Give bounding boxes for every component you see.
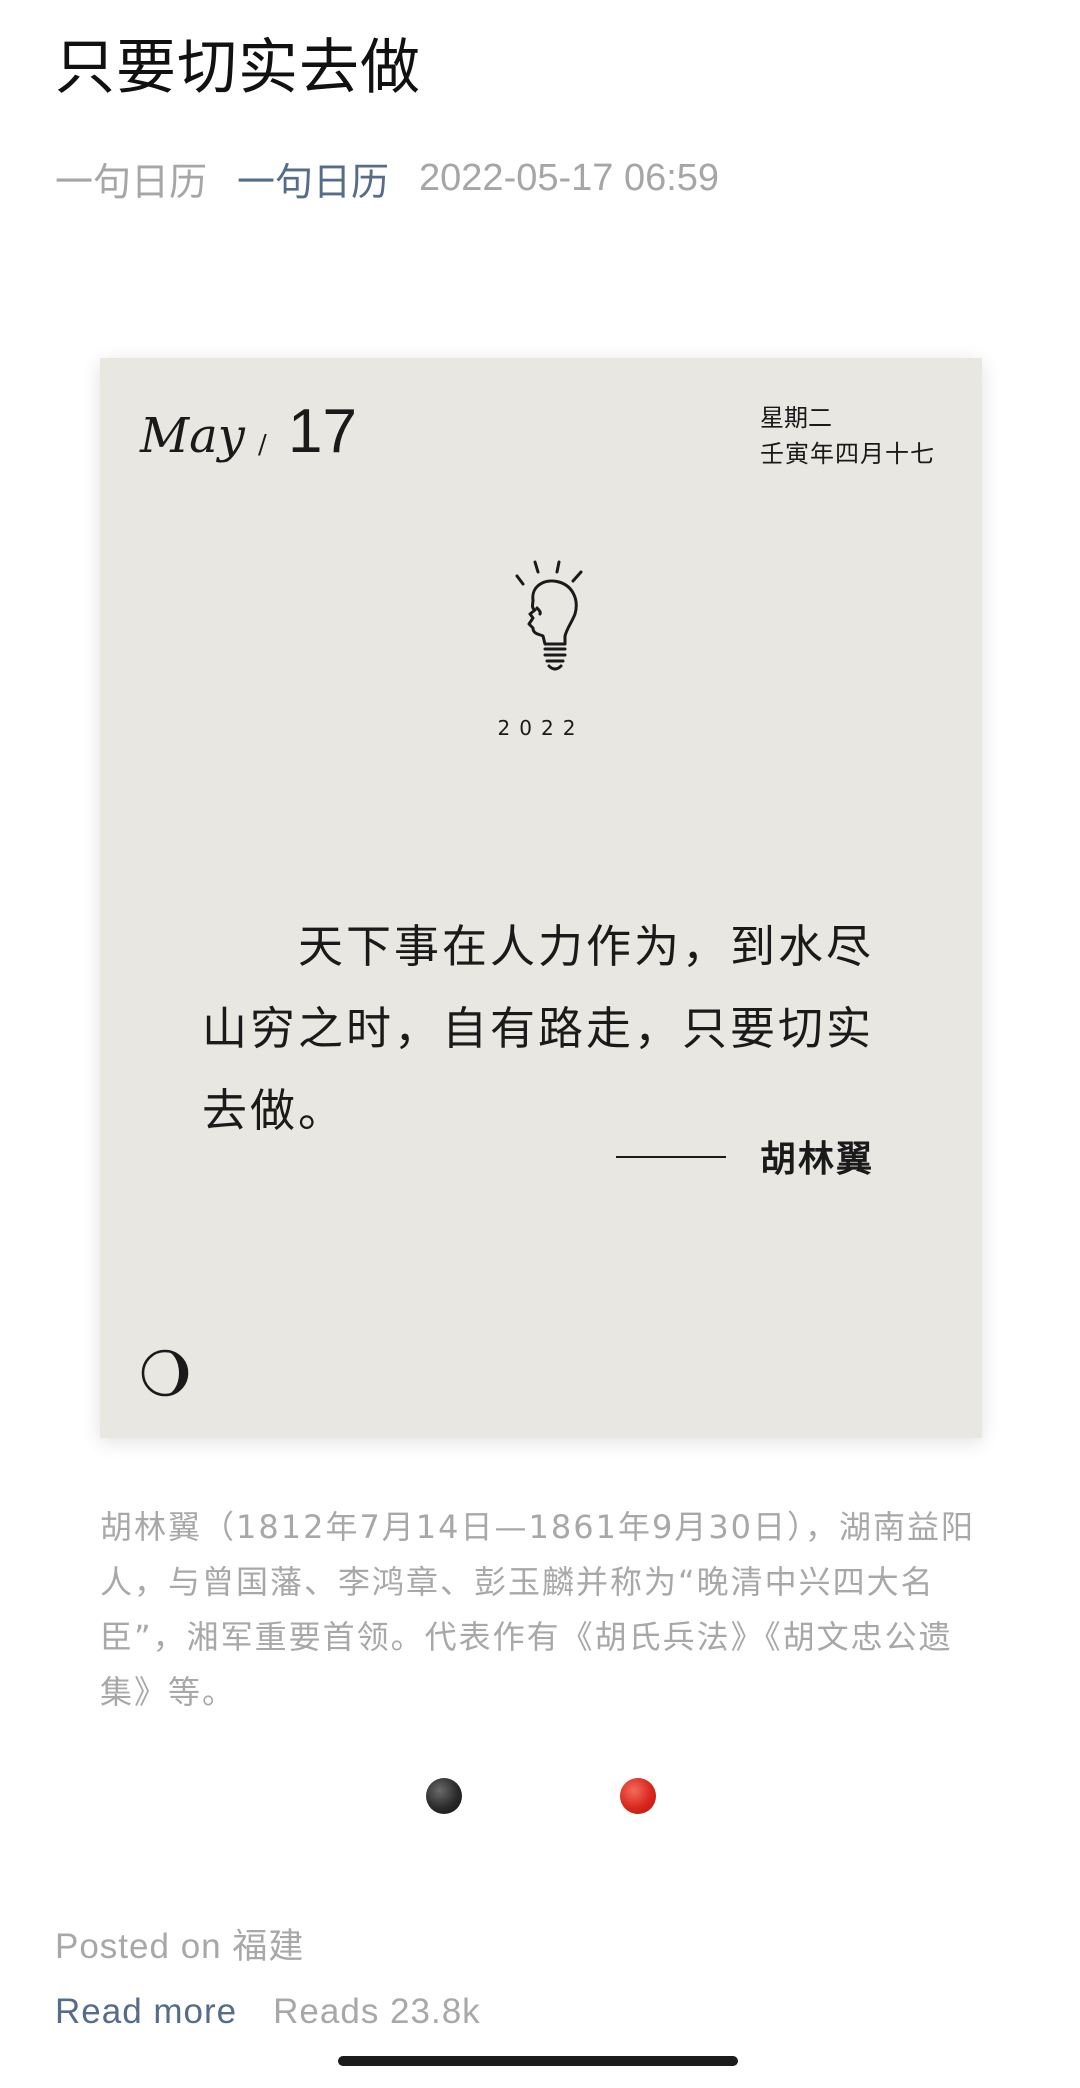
lightbulb-head-icon: [515, 560, 583, 671]
read-more-link[interactable]: Read more: [55, 1992, 237, 2032]
posted-location-name: 福建: [232, 1927, 305, 1967]
reads-count: Reads 23.8k: [273, 1992, 481, 2031]
calendar-card-image[interactable]: May / 17 星期二 壬寅年四月十七 2022 天下事在人力作为，到水尽山穷…: [100, 358, 982, 1438]
card-quote: 天下事在人力作为，到水尽山穷之时，自有路走，只要切实去做。: [202, 920, 875, 1137]
author-bio: 胡林翼（1812年7月14日—1861年9月30日），湖南益阳人，与曾国藩、李鸿…: [100, 1508, 976, 1711]
account-link[interactable]: 一句日历: [237, 151, 389, 206]
article-meta: 一句日历 一句日历 2022-05-17 06:59: [55, 148, 719, 208]
card-day: 17: [288, 397, 357, 466]
home-indicator-bar[interactable]: [338, 2056, 738, 2066]
card-lunar-date: 壬寅年四月十七: [760, 440, 935, 468]
posted-location: Posted on 福建: [55, 1918, 304, 1969]
card-quote-author: 胡林翼: [760, 1139, 875, 1180]
article-footer-actions: Read more Reads 23.8k: [55, 1992, 481, 2032]
article-title: 只要切实去做: [55, 33, 421, 103]
card-month: May: [140, 408, 245, 464]
card-weekday: 星期二: [760, 404, 832, 432]
pager-dot-red[interactable]: [620, 1778, 656, 1814]
author-name: 一句日历: [55, 159, 208, 204]
posted-prefix: Posted on: [55, 1927, 233, 1966]
card-year: 2022: [497, 716, 585, 740]
card-slash: /: [258, 430, 267, 460]
quote-dash-divider: [616, 1156, 726, 1158]
publish-time: 2022-05-17 06:59: [419, 156, 720, 199]
pager-dot-black[interactable]: [426, 1778, 462, 1814]
crescent-moon-icon: [141, 1349, 189, 1397]
